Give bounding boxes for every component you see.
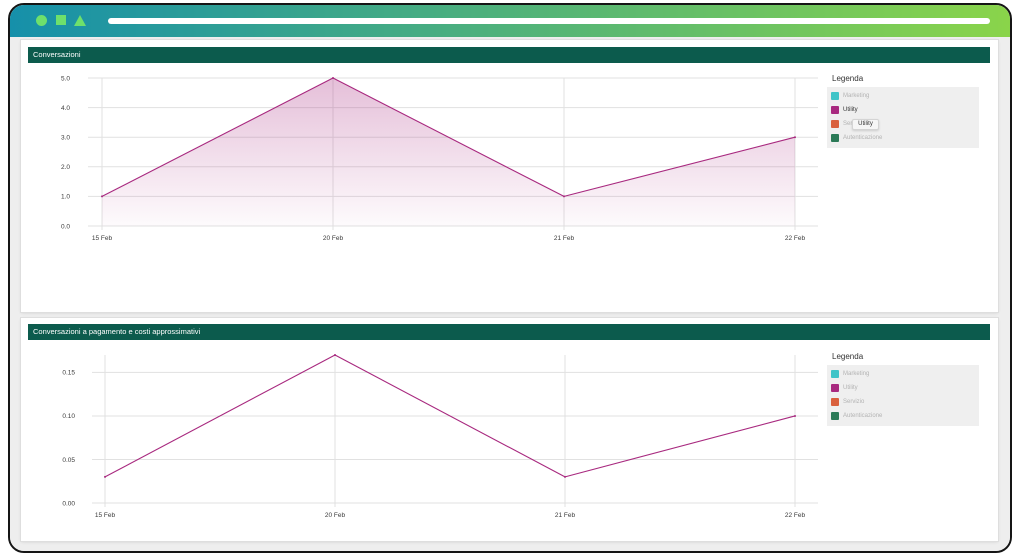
legend-label: Autenticazione (843, 413, 883, 419)
x-tick-label: 21 Feb (555, 512, 576, 519)
address-bar[interactable] (108, 18, 990, 24)
data-point[interactable] (332, 77, 334, 79)
legend-swatch (831, 398, 839, 406)
legend-swatch (831, 384, 839, 392)
x-tick-label: 15 Feb (95, 512, 116, 519)
x-tick-label: 20 Feb (325, 512, 346, 519)
x-tick-label: 15 Feb (92, 235, 113, 242)
chart-card: Conversazioni 0.0 1.0 2.0 3.0 4.0 5.0 15 Feb 20… (21, 40, 998, 312)
legend-item-servizio[interactable]: Servizio (827, 395, 979, 409)
legend-swatch (831, 134, 839, 142)
y-tick-label: 1.0 (61, 194, 70, 201)
x-tick-label: 20 Feb (323, 235, 344, 242)
window-titlebar (10, 5, 1010, 37)
legend-swatch (831, 106, 839, 114)
y-tick-label: 2.0 (61, 164, 70, 171)
grid (92, 355, 818, 507)
legend-label: Utility (843, 385, 858, 391)
legend: Marketing Utility Servizio Autenticazion… (827, 365, 979, 426)
legend-swatch (831, 370, 839, 378)
data-point[interactable] (104, 475, 106, 478)
y-tick-label: 3.0 (61, 135, 70, 142)
legend-item-marketing[interactable]: Marketing (827, 89, 979, 103)
legend-item-servizio[interactable]: Servizio (827, 117, 979, 131)
data-point[interactable] (794, 136, 796, 139)
browser-window: Conversazioni 0.0 1.0 2.0 3.0 4.0 5.0 15 Feb 20… (8, 3, 1012, 553)
data-point[interactable] (794, 414, 796, 417)
legend: Marketing Utility Servizio Autenticazion… (827, 87, 979, 148)
legend-title: Legenda (832, 74, 864, 83)
x-tick-label: 22 Feb (785, 235, 806, 242)
data-point[interactable] (564, 475, 566, 478)
legend-title: Legenda (832, 352, 864, 361)
circle-icon (36, 15, 47, 26)
y-tick-label: 0.10 (62, 413, 75, 420)
legend-item-autenticazione[interactable]: Autenticazione (827, 131, 979, 145)
legend-label: Servizio (843, 399, 865, 405)
legend-label: Marketing (843, 93, 870, 99)
x-tick-label: 21 Feb (554, 235, 575, 242)
data-point[interactable] (563, 195, 565, 198)
y-tick-label: 0.00 (62, 500, 75, 507)
legend-swatch (831, 120, 839, 128)
x-tick-label: 22 Feb (785, 512, 806, 519)
legend-tooltip: Utility (852, 119, 879, 130)
data-point[interactable] (101, 195, 103, 198)
legend-item-utility[interactable]: Utility (827, 103, 979, 117)
legend-label: Marketing (843, 371, 870, 377)
square-icon (56, 15, 66, 25)
chart-card: Conversazioni a pagamento e costi appros… (21, 318, 998, 541)
triangle-icon (74, 15, 86, 26)
legend-item-marketing[interactable]: Marketing (827, 367, 979, 381)
y-tick-label: 4.0 (61, 105, 70, 112)
area-fill (102, 78, 795, 226)
legend-item-utility[interactable]: Utility (827, 381, 979, 395)
y-tick-label: 0.05 (62, 457, 75, 464)
y-tick-label: 0.0 (61, 223, 70, 230)
legend-item-autenticazione[interactable]: Autenticazione (827, 409, 979, 423)
content-area: Conversazioni 0.0 1.0 2.0 3.0 4.0 5.0 15 Feb 20… (10, 37, 1010, 551)
y-tick-label: 0.15 (62, 370, 75, 377)
legend-swatch (831, 412, 839, 420)
data-point[interactable] (334, 354, 336, 356)
legend-label: Utility (843, 107, 858, 113)
legend-label: Autenticazione (843, 135, 883, 141)
legend-swatch (831, 92, 839, 100)
y-tick-label: 5.0 (61, 75, 70, 82)
